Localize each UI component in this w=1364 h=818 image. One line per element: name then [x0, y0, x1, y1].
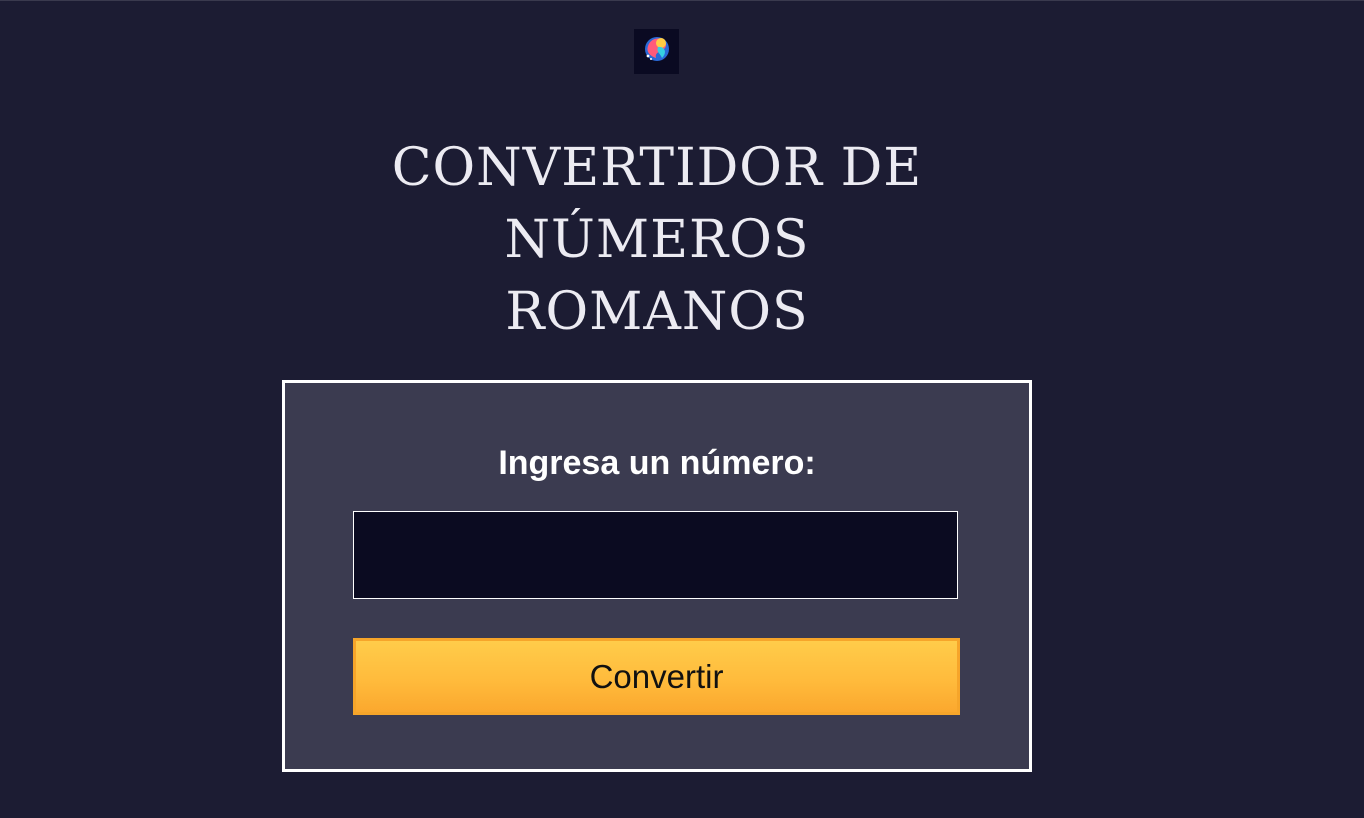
number-input[interactable]: [353, 511, 958, 599]
swirl-logo-icon: [642, 34, 672, 69]
title-line-3: ROMANOS: [505, 282, 809, 342]
converter-card: Ingresa un número: Convertir: [282, 380, 1032, 772]
page-title: CONVERTIDOR DE NÚMEROS ROMANOS: [382, 132, 932, 348]
app-logo: [634, 29, 679, 74]
number-label: Ingresa un número:: [498, 444, 816, 482]
convert-button[interactable]: Convertir: [353, 638, 960, 715]
title-line-2: NÚMEROS: [504, 210, 810, 270]
title-line-1: CONVERTIDOR DE: [391, 138, 923, 198]
top-divider: [0, 0, 1364, 1]
